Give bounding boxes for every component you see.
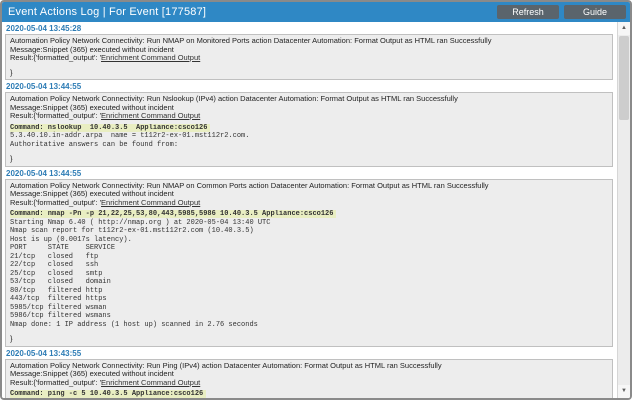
command-line: Command: ping -c 5 10.40.3.5 Appliance:c… — [10, 390, 206, 398]
entry-result-line: Result:{'formatted_output': 'Enrichment … — [10, 54, 608, 63]
entry-message-line: Message:Snippet (365) executed without i… — [10, 190, 608, 199]
entry-body: Automation Policy Network Connectivity: … — [5, 179, 613, 347]
result-prefix: Result:{'formatted_output': ' — [10, 112, 101, 120]
entry-policy-line: Automation Policy Network Connectivity: … — [10, 362, 608, 371]
guide-button[interactable]: Guide — [564, 5, 626, 19]
command-output: Command: ping -c 5 10.40.3.5 Appliance:c… — [10, 390, 608, 398]
refresh-button[interactable]: Refresh — [497, 5, 559, 19]
scroll-down-icon[interactable]: ▼ — [618, 385, 630, 398]
entry-timestamp: 2020-05-04 13:44:55 — [5, 81, 613, 92]
event-actions-log-window: Event Actions Log | For Event [177587] R… — [0, 0, 632, 400]
log-entry: 2020-05-04 13:44:55 Automation Policy Ne… — [5, 81, 613, 167]
entry-result-line: Result:{'formatted_output': 'Enrichment … — [10, 379, 608, 388]
entry-message-line: Message:Snippet (365) executed without i… — [10, 104, 608, 113]
entry-body: Automation Policy Network Connectivity: … — [5, 92, 613, 167]
log-content: 2020-05-04 13:45:28 Automation Policy Ne… — [2, 22, 630, 398]
entry-result-line: Result:{'formatted_output': 'Enrichment … — [10, 199, 608, 208]
entry-timestamp: 2020-05-04 13:43:55 — [5, 348, 613, 359]
entry-result-line: Result:{'formatted_output': 'Enrichment … — [10, 112, 608, 121]
entry-closing-brace: } — [10, 155, 608, 164]
enrichment-output-link[interactable]: Enrichment Command Output — [101, 54, 200, 62]
command-result-text: Starting Nmap 6.40 ( http://nmap.org ) a… — [10, 219, 270, 329]
result-prefix: Result:{'formatted_output': ' — [10, 199, 101, 207]
command-output: Command: nmap -Pn -p 21,22,25,53,80,443,… — [10, 210, 608, 329]
scrollbar-thumb[interactable] — [619, 36, 629, 120]
scroll-up-icon[interactable]: ▲ — [618, 22, 630, 35]
log-entry: 2020-05-04 13:43:55 Automation Policy Ne… — [5, 348, 613, 399]
window-header: Event Actions Log | For Event [177587] R… — [2, 2, 630, 22]
command-line: Command: nmap -Pn -p 21,22,25,53,80,443,… — [10, 210, 336, 218]
result-prefix: Result:{'formatted_output': ' — [10, 379, 101, 387]
enrichment-output-link[interactable]: Enrichment Command Output — [101, 112, 200, 120]
entry-closing-brace: } — [10, 335, 608, 344]
vertical-scrollbar[interactable]: ▲ ▼ — [617, 22, 630, 398]
entry-timestamp: 2020-05-04 13:45:28 — [5, 23, 613, 34]
entry-policy-line: Automation Policy Network Connectivity: … — [10, 182, 608, 191]
entry-body: Automation Policy Network Connectivity: … — [5, 34, 613, 80]
log-entry: 2020-05-04 13:45:28 Automation Policy Ne… — [5, 23, 613, 80]
result-prefix: Result:{'formatted_output': ' — [10, 54, 101, 62]
entry-policy-line: Automation Policy Network Connectivity: … — [10, 37, 608, 46]
entry-timestamp: 2020-05-04 13:44:55 — [5, 168, 613, 179]
enrichment-output-link[interactable]: Enrichment Command Output — [101, 379, 200, 387]
log-entry: 2020-05-04 13:44:55 Automation Policy Ne… — [5, 168, 613, 347]
entry-message-line: Message:Snippet (365) executed without i… — [10, 370, 608, 379]
entry-message-line: Message:Snippet (365) executed without i… — [10, 46, 608, 55]
window-title: Event Actions Log | For Event [177587] — [8, 6, 492, 18]
command-output: Command: nslookup 10.40.3.5 Appliance:cs… — [10, 124, 608, 150]
entry-closing-brace: } — [10, 69, 608, 78]
entry-policy-line: Automation Policy Network Connectivity: … — [10, 95, 608, 104]
command-result-text: 5.3.40.10.in-addr.arpa name = t112r2-ex-… — [10, 132, 249, 149]
entry-body: Automation Policy Network Connectivity: … — [5, 359, 613, 399]
command-line: Command: nslookup 10.40.3.5 Appliance:cs… — [10, 124, 210, 132]
enrichment-output-link[interactable]: Enrichment Command Output — [101, 199, 200, 207]
